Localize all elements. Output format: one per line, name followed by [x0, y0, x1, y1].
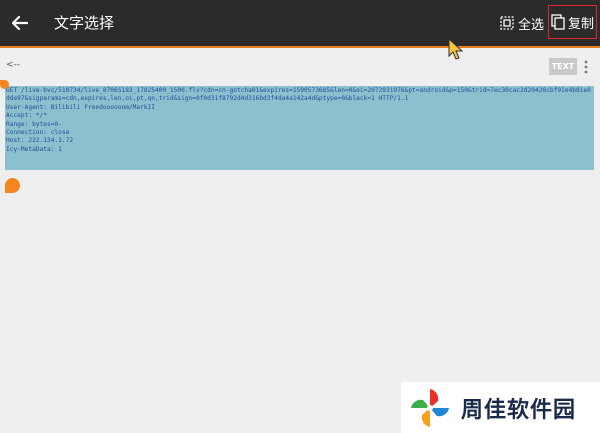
- pinwheel-logo-icon: [411, 388, 449, 427]
- selected-text-content[interactable]: GET /live-bvc/510734/live_8706S183_17825…: [6, 87, 592, 154]
- watermark: 周佳软件园: [401, 382, 600, 433]
- select-all-label: 全选: [518, 17, 545, 33]
- text-mode-button[interactable]: TEXT: [549, 58, 577, 75]
- accent-divider: [0, 46, 600, 48]
- copy-icon: [551, 14, 565, 30]
- copy-button[interactable]: 复制: [548, 5, 597, 39]
- back-arrow-icon[interactable]: [10, 11, 30, 35]
- selection-start-handle[interactable]: [0, 80, 9, 89]
- app-bar: 文字选择 全选 复制: [0, 0, 600, 46]
- breadcrumb[interactable]: <--: [6, 60, 20, 70]
- watermark-text: 周佳软件园: [461, 397, 577, 423]
- selection-end-handle[interactable]: [5, 178, 20, 193]
- page-title: 文字选择: [54, 14, 115, 32]
- select-all-button[interactable]: 全选: [500, 13, 544, 33]
- mouse-cursor-icon: [448, 38, 464, 60]
- copy-label: 复制: [567, 16, 594, 32]
- more-options-icon[interactable]: [582, 59, 590, 75]
- select-all-icon: [500, 16, 514, 30]
